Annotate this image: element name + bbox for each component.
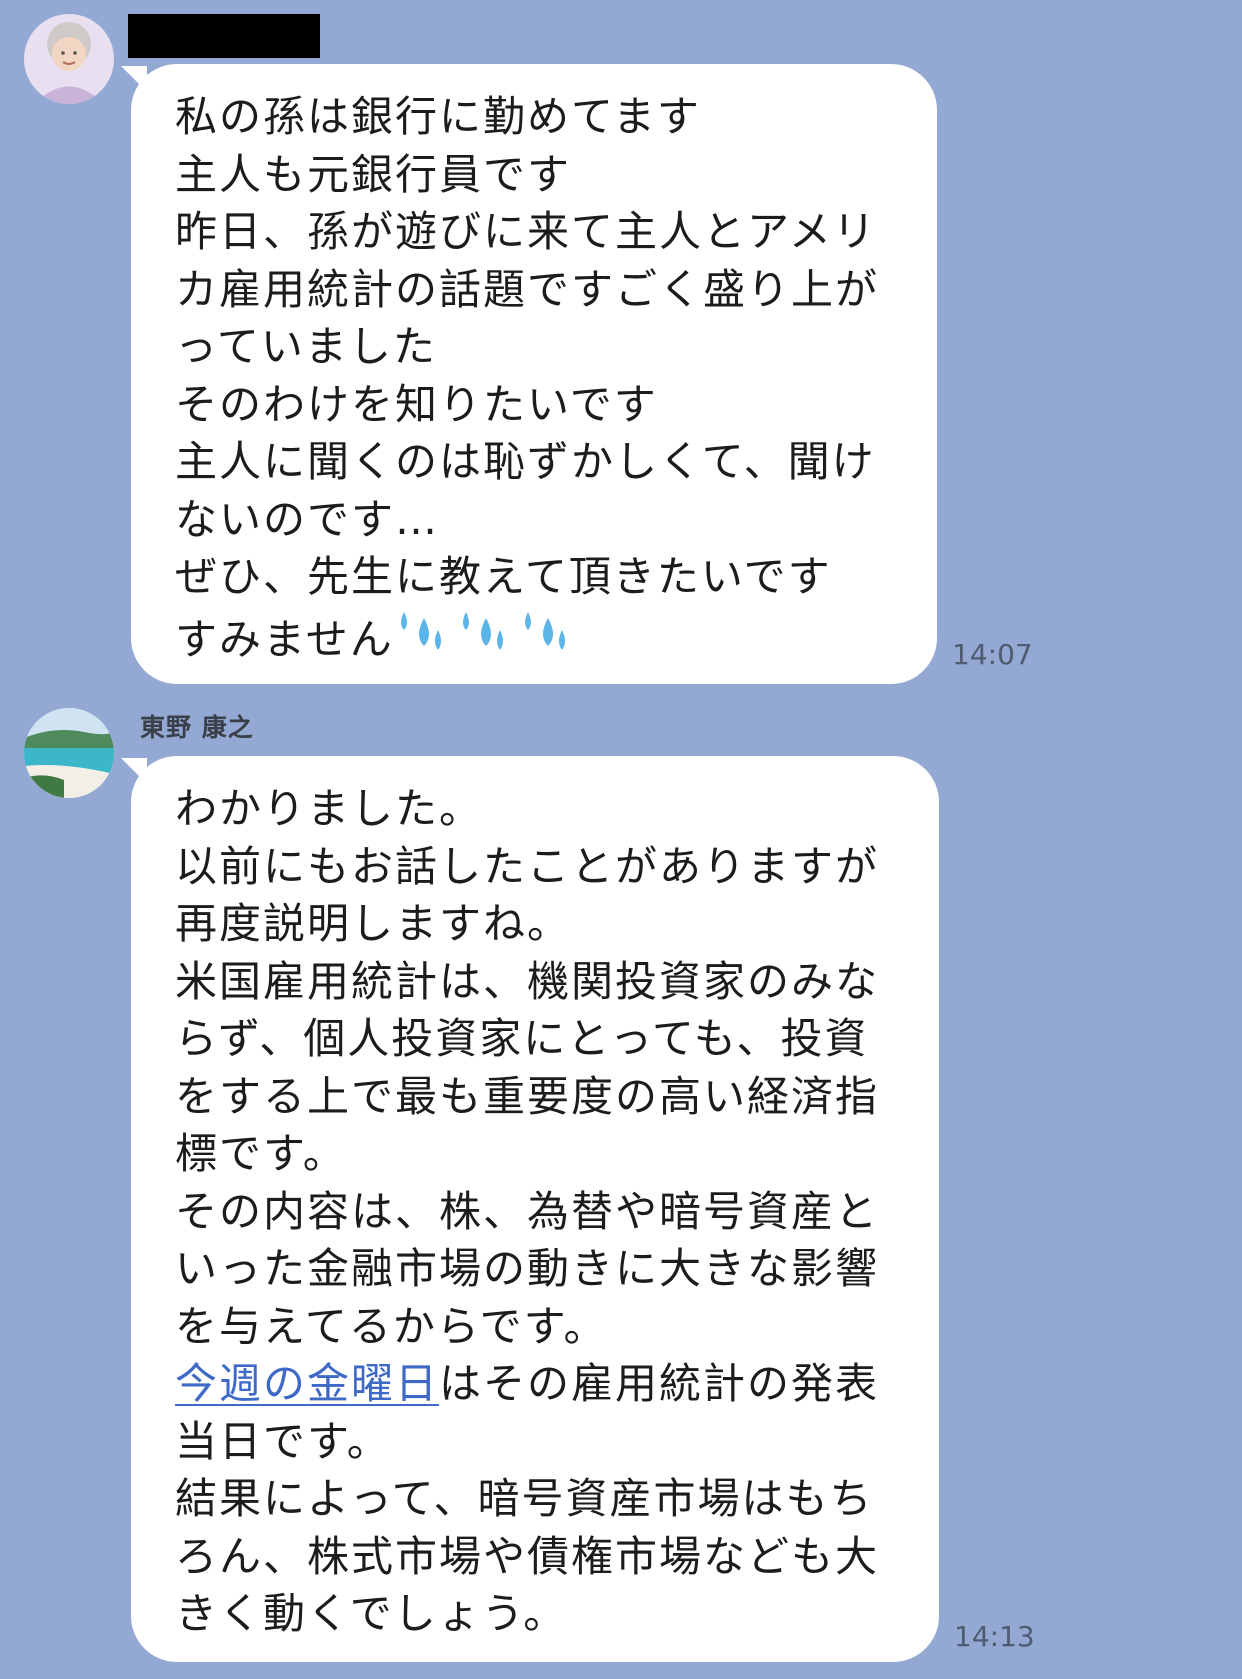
message-line: 私の孫は銀行に勤めてます	[175, 92, 701, 141]
message-line-rest: はその雇用統計の発表	[439, 1359, 880, 1408]
sweat-droplets-emoji	[394, 611, 580, 664]
redacted-sender-name	[128, 14, 320, 58]
message-line: ないのです…	[175, 494, 440, 544]
message-line: 主人に聞くのは恥ずかしくて、聞け	[175, 437, 876, 486]
message-line: を与えてるからです。	[175, 1301, 608, 1351]
beach-avatar[interactable]	[24, 708, 114, 798]
message-line: 当日です。	[175, 1416, 391, 1466]
date-link[interactable]: 今週の金曜日	[175, 1359, 439, 1408]
message-line: 以前にもお話したことがありますが	[175, 841, 880, 891]
message-line: 主人も元銀行員です	[175, 149, 572, 199]
bubble-tail	[121, 66, 147, 92]
message-line: わかりました。	[175, 784, 484, 833]
message-line: 標です。	[175, 1129, 347, 1178]
message-line-with-link: 今週の金曜日はその雇用統計の発表	[175, 1355, 939, 1413]
message-line: をする上で最も重要度の高い経済指	[175, 1071, 880, 1121]
message-line: っていました	[175, 322, 437, 371]
message-line: その内容は、株、為替や暗号資産と	[175, 1186, 880, 1236]
sender-name: 東野 康之	[140, 713, 254, 742]
message-line: ぜひ、先生に教えて頂きたいです	[175, 552, 832, 601]
message-timestamp: 14:13	[954, 1620, 1035, 1653]
message-line: いった金融市場の動きに大きな影響	[175, 1244, 880, 1293]
bubble-tail	[121, 758, 147, 784]
message-line: そのわけを知りたいです	[175, 379, 658, 429]
message-line: らず、個人投資家にとっても、投資	[175, 1014, 869, 1063]
message-line: すみません	[175, 614, 394, 664]
message-bubble-2[interactable]: わかりました。 以前にもお話したことがありますが 再度説明しますね。 米国雇用統…	[121, 756, 939, 1662]
message-bubble-1[interactable]: 私の孫は銀行に勤めてます 主人も元銀行員です 昨日、孫が遊びに来て主人とアメリ …	[121, 64, 937, 684]
message-timestamp: 14:07	[952, 638, 1033, 671]
message-line: 米国雇用統計は、機関投資家のみな	[175, 956, 880, 1006]
message-line: 結果によって、暗号資産市場はもち	[175, 1474, 874, 1523]
message-line: 再度説明しますね。	[175, 899, 572, 948]
message-line: きく動くでしょう。	[175, 1589, 568, 1638]
message-line-with-emoji: すみません	[175, 606, 937, 669]
message-line: カ雇用統計の話題ですごく盛り上が	[175, 264, 880, 314]
message-line: 昨日、孫が遊びに来て主人とアメリ	[175, 207, 877, 256]
message-line: ろん、株式市場や債権市場なども大	[175, 1531, 880, 1581]
elderly-woman-avatar[interactable]	[24, 14, 114, 104]
